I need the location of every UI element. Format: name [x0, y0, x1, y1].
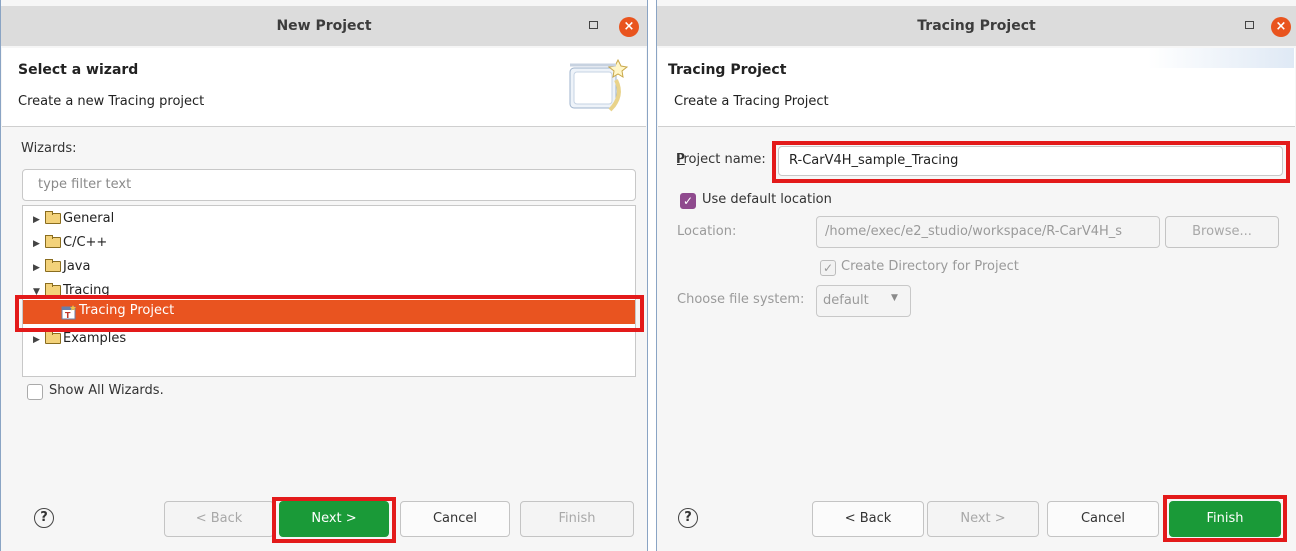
new-project-dialog: New Project × Select a wizard Create a n… — [0, 0, 648, 551]
wizard-banner: Select a wizard Create a new Tracing pro… — [2, 48, 646, 127]
title-bar: Tracing Project × — [657, 6, 1296, 46]
folder-icon — [45, 283, 61, 296]
next-button[interactable]: Next > — [927, 501, 1039, 537]
show-all-label: Show All Wizards. — [49, 383, 164, 398]
finish-button[interactable]: Finish — [520, 501, 634, 537]
expand-arrow-icon[interactable]: ▶ — [33, 209, 45, 231]
project-name-label: PProject name: — [675, 152, 766, 167]
filter-input[interactable]: type filter text — [22, 169, 636, 201]
expand-arrow-icon[interactable]: ▶ — [33, 233, 45, 255]
tree-item-label: Java — [63, 259, 91, 274]
close-icon[interactable]: × — [619, 17, 639, 37]
banner-heading: Select a wizard — [18, 62, 139, 78]
tree-item-general[interactable]: ▶ General — [33, 208, 114, 230]
maximize-icon[interactable] — [1245, 21, 1254, 29]
folder-icon — [45, 211, 61, 224]
tree-item-label: C/C++ — [63, 235, 108, 250]
tree-item-java[interactable]: ▶ Java — [33, 256, 90, 278]
use-default-location-label: Use default location — [702, 192, 832, 207]
wizard-banner: Tracing Project Create a Tracing Project — [658, 48, 1295, 127]
help-icon[interactable]: ? — [678, 508, 698, 528]
title-bar: New Project × — [1, 6, 647, 46]
expand-arrow-icon[interactable]: ▶ — [33, 329, 45, 351]
tree-item-label: Examples — [63, 331, 127, 346]
wizard-tree[interactable]: ▶ General ▶ C/C++ ▶ Java ▼ Tracing T Tracing… — [22, 205, 636, 377]
highlight-frame — [272, 497, 396, 543]
banner-gradient — [1148, 48, 1294, 68]
banner-description: Create a Tracing Project — [674, 94, 829, 109]
tracing-project-dialog: Tracing Project × Tracing Project Create… — [656, 0, 1296, 551]
location-input[interactable]: /home/exec/e2_studio/workspace/R-CarV4H_… — [816, 216, 1160, 248]
cancel-button[interactable]: Cancel — [1047, 501, 1159, 537]
banner-heading: Tracing Project — [668, 62, 787, 78]
banner-description: Create a new Tracing project — [18, 94, 205, 109]
folder-icon — [45, 259, 61, 272]
back-button[interactable]: < Back — [164, 501, 274, 537]
dialog-title: New Project — [276, 18, 372, 34]
wizard-image-icon — [569, 58, 629, 112]
create-directory-label: Create Directory for Project — [841, 259, 1019, 274]
highlight-frame — [772, 141, 1290, 183]
dialog-title: Tracing Project — [917, 18, 1036, 34]
create-directory-checkbox[interactable]: ✓ — [820, 260, 836, 276]
highlight-frame — [1163, 495, 1287, 542]
show-all-checkbox[interactable] — [27, 384, 43, 400]
browse-button[interactable]: Browse... — [1165, 216, 1279, 248]
file-system-value: default — [823, 293, 869, 308]
folder-icon — [45, 235, 61, 248]
file-system-label: Choose file system: — [677, 292, 805, 307]
tree-item-label: General — [63, 211, 115, 226]
filter-placeholder: type filter text — [38, 177, 132, 192]
highlight-frame — [15, 295, 644, 332]
chevron-down-icon: ▼ — [891, 293, 898, 303]
location-label: Location: — [677, 224, 737, 239]
close-icon[interactable]: × — [1271, 17, 1291, 37]
maximize-icon[interactable] — [589, 21, 598, 29]
project-name-label-text: Project name: — [675, 152, 766, 167]
file-system-select[interactable]: default ▼ — [816, 285, 911, 317]
tree-item-cpp[interactable]: ▶ C/C++ — [33, 232, 107, 254]
folder-icon — [45, 331, 61, 344]
expand-arrow-icon[interactable]: ▶ — [33, 257, 45, 279]
location-value: /home/exec/e2_studio/workspace/R-CarV4H_… — [825, 224, 1123, 239]
use-default-location-checkbox[interactable]: ✓ — [680, 193, 696, 209]
back-button[interactable]: < Back — [812, 501, 924, 537]
help-icon[interactable]: ? — [34, 508, 54, 528]
cancel-button[interactable]: Cancel — [400, 501, 510, 537]
wizards-label: Wizards: — [21, 141, 77, 156]
